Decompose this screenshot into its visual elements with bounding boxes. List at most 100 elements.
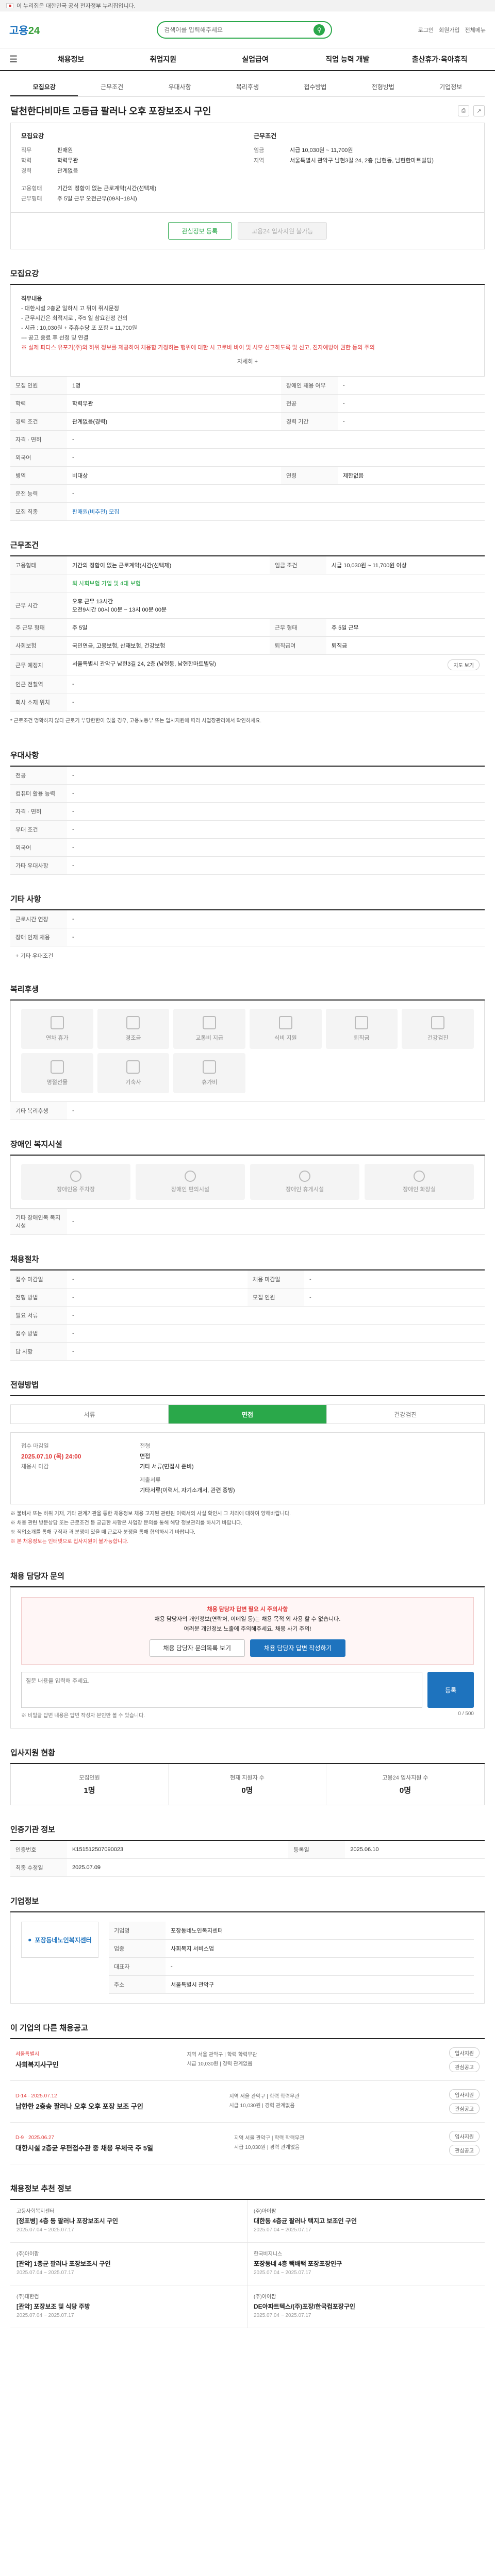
- rec-item[interactable]: (주)아이팜 대한동 4층균 팔러나 택지고 보조인 구인 2025.07.04 ~…: [248, 2200, 485, 2243]
- qa-foot: ※ 비밀글 답변 내용은 답변 작성자 본인만 볼 수 있습니다. 0 / 500: [21, 1711, 474, 1719]
- other-heading: 기타 사항: [10, 893, 485, 910]
- rec-item[interactable]: (주)대한컴 [관악] 포장보조 및 식당 주방 2025.07.04 ~ 2025…: [10, 2285, 248, 2328]
- site-logo[interactable]: 고용24: [9, 22, 71, 37]
- share-icon[interactable]: ↗: [473, 105, 485, 116]
- recruit-section: 모집요강 직무내용 - 대한시설 2층균 일하시 고 뒤이 쥐시문정 - 근무시…: [10, 268, 485, 521]
- other-more[interactable]: + 기타 우대조건: [10, 946, 485, 965]
- table-row: 전형 방법 - 모집 인원 -: [10, 1288, 485, 1307]
- nav-leave[interactable]: 출산휴가·육아휴직: [393, 54, 486, 64]
- welfare-etc-table: 기타 복리후생 -: [10, 1102, 485, 1120]
- deadline-value: 2025.07.10 (목) 24:00: [21, 1453, 81, 1460]
- recommend-section: 채용정보 추천 정보 고등사회복지센터 [정포병] 4층 등 팔러나 포장보조시 …: [10, 2183, 485, 2328]
- rec-item[interactable]: 고등사회복지센터 [정포병] 4층 등 팔러나 포장보조시 구인 2025.07.0…: [10, 2200, 248, 2243]
- qa-write-button[interactable]: 채용 담당자 답변 작성하기: [250, 1639, 346, 1657]
- apply-chip[interactable]: 입사지원: [449, 2047, 480, 2058]
- table-row: 모집 인원 1명 장애인 채용 여부 -: [10, 377, 485, 395]
- acc-card: 장애인 편의시설: [136, 1164, 245, 1200]
- tab-apply[interactable]: 접수방법: [282, 78, 349, 96]
- rec-item[interactable]: 한국비지니스 포장동네 4층 택배택 포장포장인구 2025.07.04 ~ 202…: [248, 2243, 485, 2285]
- nav-jobs[interactable]: 채용정보: [25, 54, 117, 64]
- search-icon[interactable]: ⚲: [314, 24, 325, 36]
- desc-line: - 시급 : 10,030원 + 주휴수당 포 포함 = 11,700원: [21, 325, 137, 331]
- more-button[interactable]: 자세히 +: [21, 357, 474, 367]
- notice-item: ※ 채용 관련 방문상담 또는 근로조건 등 궁금한 사항은 사업장 문의를 통…: [10, 1520, 243, 1526]
- jobs-section: 이 기업의 다른 채용공고 서울특별시 사회복지사구인 지역 서울 관악구 | 학…: [10, 2022, 485, 2164]
- site-header: 고용24 ⚲ 로그인 회원가입 전체메뉴: [0, 11, 495, 48]
- condition-section: 근무조건 고용형태 기간의 정함이 없는 근로계약(시간(선택제) 임금 조건 시급 …: [10, 539, 485, 731]
- rec-item[interactable]: (주)아이팜 DE아파트텍스/(주)포장/한국컴포장구인 2025.07.04 ~ …: [248, 2285, 485, 2328]
- preference-heading: 우대사항: [10, 750, 485, 767]
- scrap-button[interactable]: 관심정보 등록: [168, 222, 232, 240]
- tab-condition[interactable]: 근무조건: [78, 78, 145, 96]
- table-row: 인근 전철역 -: [10, 675, 485, 693]
- summary-kv: 지역 서울특별시 관악구 남현3길 24, 2층 (남현동, 남현한마트빌딩): [254, 158, 434, 164]
- table-row: 주 근무 형태 주 5일 근무 형태 주 5일 근무: [10, 618, 485, 637]
- gov-banner-text: 이 누리집은 대한민국 공식 전자정부 누리집입니다.: [16, 3, 136, 9]
- tab-preference[interactable]: 우대사항: [146, 78, 213, 96]
- nav-support[interactable]: 취업지원: [117, 54, 209, 64]
- table-row: 주소 서울특별시 관악구: [109, 1975, 474, 1994]
- summary-kv: 직무 판매원: [21, 147, 73, 154]
- job-item[interactable]: D-9 · 2025.06.27 대한시설 2층균 우편접수관 중 채용 우체국 …: [10, 2123, 485, 2164]
- qa-section: 채용 담당자 문의 채용 담당자 답변 필요 시 주의사항 채용 담당자의 개인…: [10, 1570, 485, 1728]
- scrap-chip[interactable]: 관심공고: [449, 2061, 480, 2072]
- meal-icon: [278, 1016, 292, 1029]
- notice-item: ※ 본 채용정보는 인터넷으로 입사지원이 불가능합니다.: [10, 1539, 129, 1545]
- status-cell: 고용24 입사지원 수 0명: [382, 1775, 428, 1795]
- info-heading: 인증기관 정보: [10, 1824, 485, 1841]
- detail-tabs: 모집요강 근무조건 우대사항 복리후생 접수방법 전형방법 기업정보: [10, 78, 485, 97]
- qa-alert-line: 채용 담당자의 개인정보(연락처, 이메일 등)는 채용 목적 외 사용 할 수…: [154, 1616, 341, 1622]
- table-row: 회사 소재 위치 -: [10, 693, 485, 711]
- scrap-chip[interactable]: 관심공고: [449, 2145, 480, 2156]
- qa-textarea[interactable]: [21, 1672, 422, 1708]
- status-cell: 모집인원 1명: [11, 1764, 169, 1805]
- preference-table: 전공 - 컴퓨터 활용 능력 - 자격 · 면허 - 우대 조건 - 외국어 - 가타 우…: [10, 767, 485, 875]
- nav-training[interactable]: 직업 능력 개발: [301, 54, 393, 64]
- table-row: 최종 수정일 2025.07.09: [10, 1858, 485, 1877]
- apply-chip[interactable]: 입사지원: [449, 2089, 480, 2100]
- jobs-heading: 이 기업의 다른 채용공고: [10, 2024, 88, 2032]
- map-button[interactable]: 지도 보기: [448, 659, 480, 670]
- condition-note: * 근로조건 명확하지 않다 근로기 부당한한이 있을 경우, 고용노동부 또는…: [10, 718, 262, 724]
- table-row: 기업명 포장동네노인복지센터: [109, 1922, 474, 1940]
- table-row: 고용형태 기간의 정함이 없는 근로계약(시간(선택제) 임금 조건 시급 10,03…: [10, 556, 485, 574]
- welfare-card: 휴가비: [173, 1053, 245, 1093]
- allmenu-link[interactable]: 전체메뉴: [465, 26, 486, 34]
- tab-method[interactable]: 전형방법: [349, 78, 417, 96]
- qa-submit-button[interactable]: 등록: [427, 1672, 474, 1708]
- summary-kv: 근무형태 주 5일 근무 오전근무(09시~18시): [21, 196, 137, 202]
- scrap-chip[interactable]: 관심공고: [449, 2103, 480, 2114]
- summary-kv: 고용형태 기간의 정함이 없는 근로계약(시간(선택제): [21, 185, 157, 192]
- tab-welfare[interactable]: 복리후생: [213, 78, 281, 96]
- job-item[interactable]: D-14 · 2025.07.12 남한한 2층송 팔러나 오후 오후 포장 보조…: [10, 2081, 485, 2123]
- tab-company[interactable]: 기업정보: [417, 78, 485, 96]
- hamburger-icon[interactable]: ☰: [9, 54, 18, 65]
- main-nav: ☰ 채용정보 취업지원 실업급여 직업 능력 개발 출산휴가·육아휴직: [0, 48, 495, 71]
- table-row: 근로시간 연장 -: [10, 910, 485, 928]
- table-row: 인증번호 K151512507090023 등록일 2025.06.10: [10, 1841, 485, 1859]
- qa-list-button[interactable]: 채용 담당자 문의목록 보기: [149, 1639, 245, 1657]
- page-title: 달천한다비마트 고등급 팔러나 오후 포장보조시 구인: [10, 106, 211, 116]
- welfare-card: 명절선물: [21, 1053, 93, 1093]
- header-links: 로그인 회원가입 전체메뉴: [418, 26, 486, 34]
- acc-card: 장애인 화장실: [365, 1164, 474, 1200]
- nav-unemployment[interactable]: 실업급여: [209, 54, 302, 64]
- tab-recruit[interactable]: 모집요강: [10, 78, 78, 96]
- table-row: 운전 능력 -: [10, 484, 485, 503]
- login-link[interactable]: 로그인: [418, 26, 434, 34]
- rec-item[interactable]: (주)아이팜 [관악] 1층균 팔러나 포장보조시 구인 2025.07.04 ~ …: [10, 2243, 248, 2285]
- welfare-card: 퇴직금: [325, 1009, 398, 1049]
- summary-recruit: 모집요강 직무 판매원 학력 학력무관 경력 관계없음 고용형태 기간의 정함이 없는 …: [21, 131, 241, 204]
- qa-buttons: 채용 담당자 문의목록 보기 채용 담당자 답변 작성하기: [29, 1639, 466, 1657]
- table-row: 장애 인재 채용 -: [10, 928, 485, 946]
- search-area: ⚲: [71, 21, 418, 39]
- signup-link[interactable]: 회원가입: [439, 26, 459, 34]
- apply-button[interactable]: 고용24 입사지원 불가능: [238, 222, 327, 240]
- apply-chip[interactable]: 입사지원: [449, 2131, 480, 2142]
- job-item[interactable]: 서울특별시 사회복지사구인 지역 서울 관악구 | 학력 학력무관 시급 10,0…: [10, 2039, 485, 2081]
- step-docs: 서류: [11, 1405, 169, 1423]
- table-row: 자격 · 면허 -: [10, 430, 485, 449]
- table-row: 접수 마감일 - 채용 마감일 -: [10, 1270, 485, 1289]
- print-icon[interactable]: ⎙: [458, 105, 469, 116]
- search-input[interactable]: [164, 26, 299, 33]
